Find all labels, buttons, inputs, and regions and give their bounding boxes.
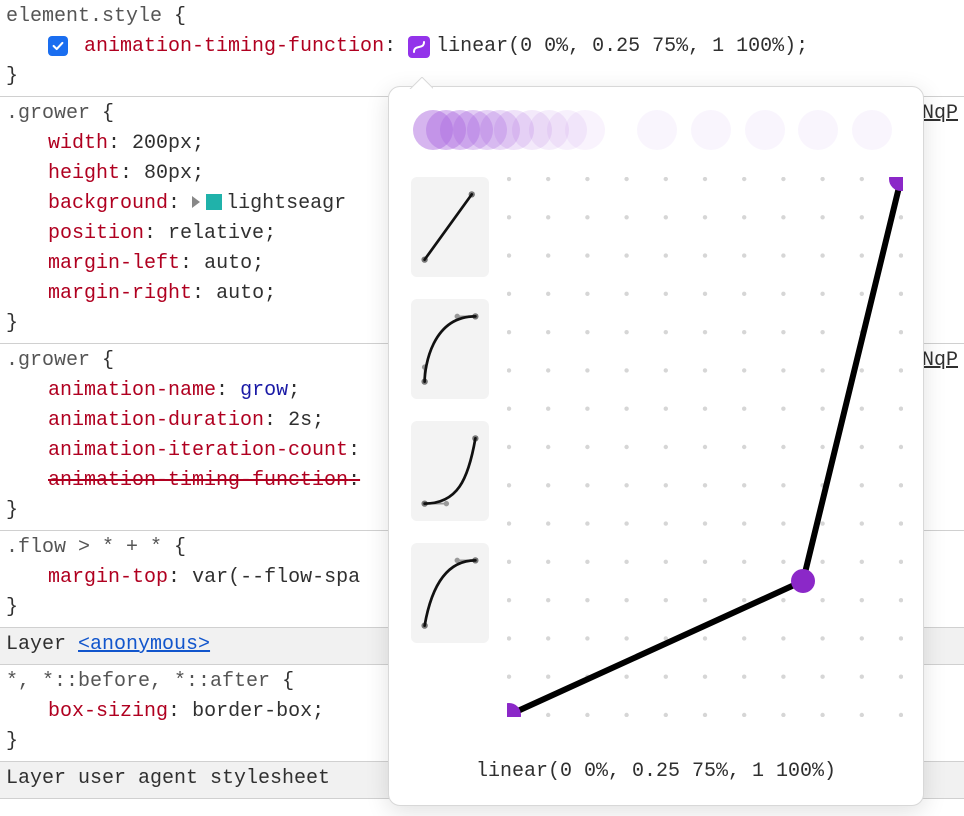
preview-dot <box>565 110 605 150</box>
selector: .grower <box>6 102 90 125</box>
easing-preset-linear[interactable] <box>411 177 489 277</box>
easing-preset-ease[interactable] <box>411 299 489 399</box>
close-brace: } <box>6 65 18 88</box>
property-enable-checkbox[interactable] <box>48 36 68 56</box>
easing-preview-track <box>413 107 899 153</box>
color-swatch[interactable] <box>206 194 222 210</box>
check-icon <box>51 39 65 53</box>
property-name[interactable]: animation-timing-function <box>84 35 384 58</box>
selector: *, *::before, *::after <box>6 670 270 693</box>
easing-curve-icon <box>412 40 426 54</box>
easing-editor-popover: linear(0 0%, 0.25 75%, 1 100%) <box>388 86 924 806</box>
easing-preset-ease-in[interactable] <box>411 421 489 521</box>
selector: element.style <box>6 5 162 28</box>
preview-dot <box>745 110 785 150</box>
open-brace: { <box>174 5 186 28</box>
curve-handle[interactable] <box>507 703 521 717</box>
source-link[interactable]: NqP <box>922 346 958 376</box>
layer-label: Layer <box>6 633 78 656</box>
curve-handle[interactable] <box>791 569 815 593</box>
selector: .flow > * + * <box>6 536 162 559</box>
source-link[interactable]: NqP <box>922 99 958 129</box>
popover-arrow-icon <box>409 77 433 89</box>
layer-ua-label: Layer user agent stylesheet <box>6 767 330 790</box>
curve-handle[interactable] <box>889 177 903 191</box>
easing-swatch[interactable] <box>408 36 430 58</box>
easing-preset-list <box>411 177 495 665</box>
declaration[interactable]: animation-timing-function: linear(0 0%, … <box>6 32 958 62</box>
preview-dot <box>691 110 731 150</box>
easing-curve-editor[interactable] <box>507 177 903 717</box>
property-value[interactable]: linear(0 0%, 0.25 75%, 1 100%) <box>436 35 796 58</box>
preview-dot <box>852 110 892 150</box>
preview-dot <box>798 110 838 150</box>
css-rule-element-style: element.style { animation-timing-functio… <box>0 0 964 97</box>
layer-anonymous-link[interactable]: <anonymous> <box>78 633 210 656</box>
curve-canvas[interactable] <box>507 177 903 717</box>
easing-function-readout: linear(0 0%, 0.25 75%, 1 100%) <box>389 757 923 787</box>
preview-dot <box>637 110 677 150</box>
disclosure-triangle-icon[interactable] <box>192 196 200 208</box>
easing-preset-ease-out[interactable] <box>411 543 489 643</box>
selector: .grower <box>6 349 90 372</box>
